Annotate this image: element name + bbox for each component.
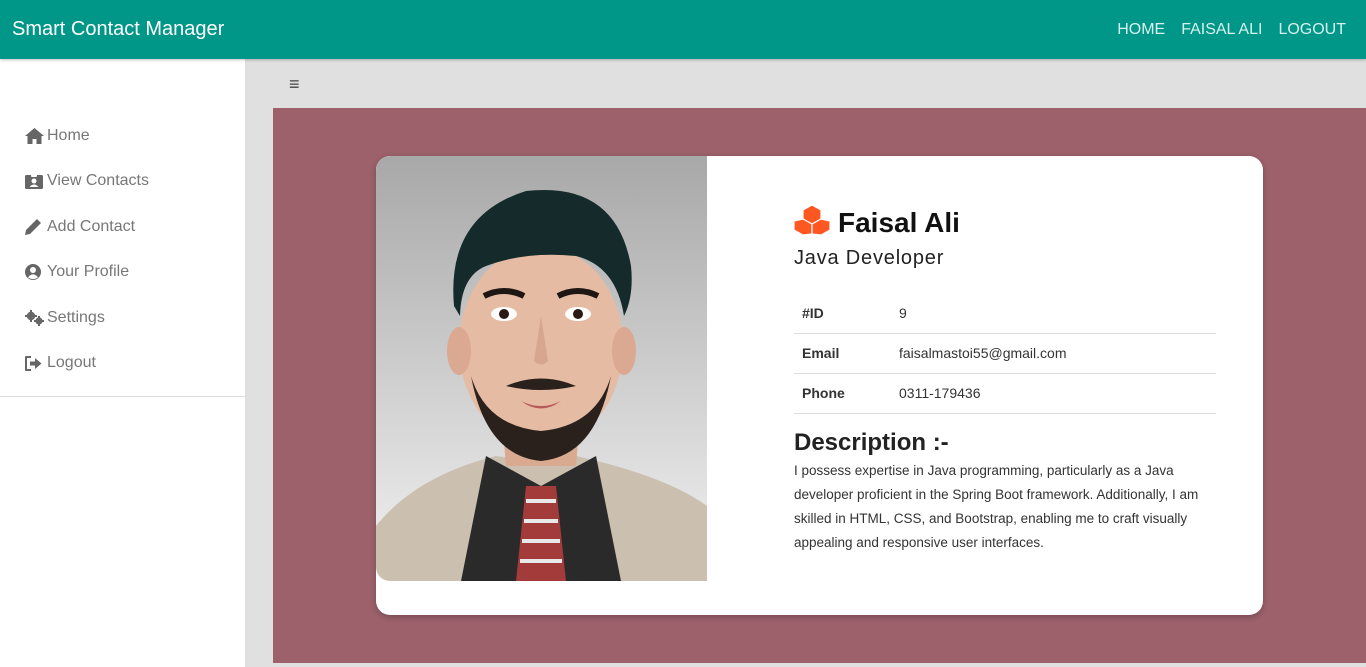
- sidebar-item-add-contact[interactable]: Add Contact: [0, 204, 245, 250]
- sidebar-item-label: Your Profile: [47, 263, 130, 281]
- sidebar-item-view-contacts[interactable]: View Contacts: [0, 159, 245, 205]
- sidebar-item-your-profile[interactable]: Your Profile: [0, 250, 245, 296]
- sidebar-item-home[interactable]: Home: [0, 113, 245, 159]
- profile-name-row: Faisal Ali: [793, 204, 1216, 241]
- profile-card: Faisal Ali Java Developer #ID 9 Email fa…: [376, 156, 1263, 615]
- user-circle-icon: [25, 263, 45, 281]
- contact-card-icon: [25, 172, 45, 190]
- gears-icon: [25, 309, 45, 327]
- sign-out-icon: [25, 354, 45, 372]
- nav-links: HOME FAISAL ALI LOGOUT: [1117, 21, 1346, 39]
- brand-title[interactable]: Smart Contact Manager: [12, 18, 224, 41]
- top-navbar: Smart Contact Manager HOME FAISAL ALI LO…: [0, 0, 1366, 59]
- pencil-icon: [25, 218, 45, 236]
- table-row: #ID 9: [794, 293, 1216, 334]
- sidebar: Home View Contacts Add Contact Your Prof…: [0, 59, 246, 667]
- detail-key: #ID: [794, 293, 891, 334]
- hamburger-icon[interactable]: ≡: [289, 75, 300, 93]
- profile-name: Faisal Ali: [838, 206, 960, 238]
- detail-key: Email: [794, 333, 891, 374]
- sidebar-item-label: Settings: [47, 308, 105, 326]
- description-heading: Description :-: [794, 428, 949, 456]
- table-row: Email faisalmastoi55@gmail.com: [794, 333, 1216, 374]
- cubes-icon: [793, 204, 831, 241]
- detail-value: 9: [891, 293, 1216, 334]
- sidebar-item-label: Add Contact: [47, 217, 136, 235]
- table-row: Phone 0311-179436: [794, 373, 1216, 414]
- description-text: I possess expertise in Java programming,…: [794, 462, 1199, 550]
- sidebar-item-logout[interactable]: Logout: [0, 341, 245, 387]
- sidebar-list: Home View Contacts Add Contact Your Prof…: [0, 59, 245, 397]
- content-toolbar: ≡: [246, 59, 1366, 108]
- main-content: Faisal Ali Java Developer #ID 9 Email fa…: [273, 108, 1366, 663]
- profile-photo: [376, 156, 707, 581]
- detail-value: 0311-179436: [891, 373, 1216, 414]
- sidebar-item-label: Logout: [47, 354, 96, 372]
- sidebar-item-label: View Contacts: [47, 172, 149, 190]
- detail-key: Phone: [794, 373, 891, 414]
- nav-user-link[interactable]: FAISAL ALI: [1181, 21, 1262, 39]
- profile-info: Faisal Ali Java Developer #ID 9 Email fa…: [793, 204, 1216, 555]
- profile-details-table: #ID 9 Email faisalmastoi55@gmail.com Pho…: [794, 293, 1216, 414]
- profile-title: Java Developer: [794, 247, 945, 269]
- home-icon: [25, 127, 45, 145]
- nav-logout-link[interactable]: LOGOUT: [1278, 21, 1346, 39]
- nav-home-link[interactable]: HOME: [1117, 21, 1165, 39]
- sidebar-item-settings[interactable]: Settings: [0, 295, 245, 341]
- sidebar-item-label: Home: [47, 126, 90, 144]
- detail-value: faisalmastoi55@gmail.com: [891, 333, 1216, 374]
